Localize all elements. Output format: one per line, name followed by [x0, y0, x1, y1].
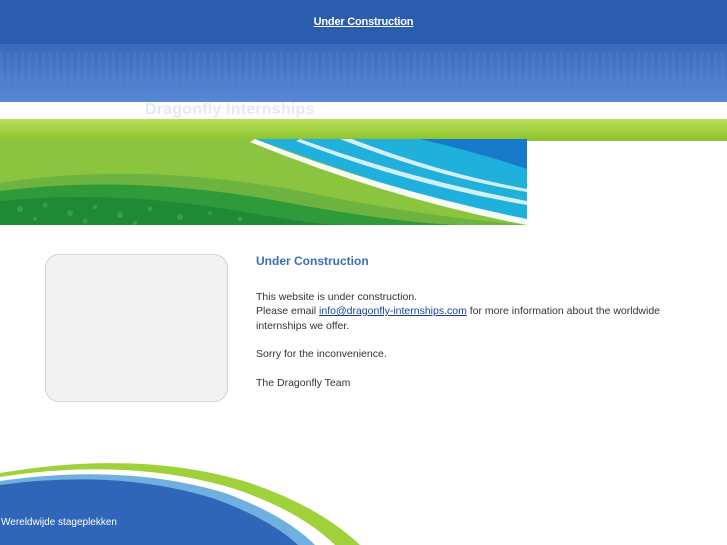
footer-wave-graphic: [0, 463, 360, 545]
header-banner-image: [0, 139, 527, 225]
page-heading: Under Construction: [256, 254, 369, 268]
construction-text: This website is under construction.: [256, 290, 418, 303]
header-band: [0, 44, 727, 102]
sidebar-box: [45, 254, 228, 402]
under-construction-link[interactable]: Under Construction: [314, 16, 414, 28]
site-title: Dragonfly Internships: [145, 101, 315, 118]
signoff-text: The Dragonfly Team: [256, 376, 351, 389]
green-accent-bar: [0, 119, 727, 141]
apology-text: Sorry for the inconvenience.: [256, 348, 387, 360]
main-content: Under Construction This website is under…: [256, 254, 696, 390]
contact-paragraph: Please email info@dragonfly-internships.…: [256, 304, 696, 333]
footer-wave: [0, 455, 727, 545]
contact-text-prefix: Please email: [256, 305, 320, 317]
email-link[interactable]: info@dragonfly-internships.com: [319, 305, 467, 317]
banner-landscape-graphic: [0, 139, 527, 225]
top-bar: Under Construction: [0, 0, 727, 44]
footer-tagline: Wereldwijde stageplekken: [1, 517, 117, 528]
